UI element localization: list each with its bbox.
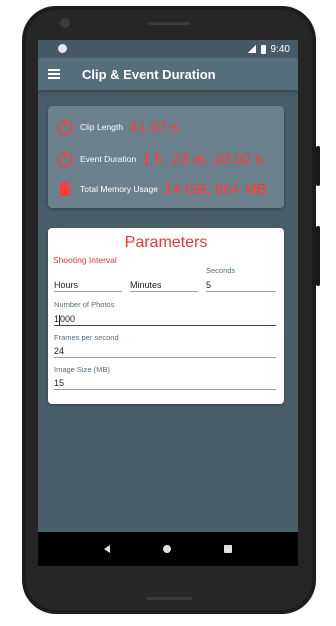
clip-length-label: Clip Length bbox=[80, 122, 124, 132]
back-icon[interactable] bbox=[104, 545, 111, 553]
image-size-label: Image Size (MB) bbox=[54, 365, 110, 374]
event-duration-row: Event Duration 1 h, 23 m, 20.00 s bbox=[56, 150, 262, 168]
battery-icon bbox=[260, 44, 266, 54]
event-duration-value: 1 h, 23 m, 20.00 s bbox=[142, 150, 263, 168]
memory-label: Total Memory Usage bbox=[80, 184, 158, 194]
bottom-speaker bbox=[146, 597, 192, 600]
earpiece-speaker bbox=[148, 22, 190, 25]
app-bar: Clip & Event Duration bbox=[38, 58, 298, 90]
clip-length-row: Clip Length 41.67 s bbox=[56, 118, 178, 136]
power-button bbox=[316, 146, 320, 186]
status-bar: 9:40 bbox=[38, 40, 298, 58]
minutes-placeholder: Minutes bbox=[130, 280, 162, 290]
image-size-value: 15 bbox=[54, 378, 65, 388]
app-screen: 9:40 Clip & Event Duration Clip Length 4… bbox=[38, 40, 298, 566]
photos-value-end: 000 bbox=[60, 314, 76, 324]
number-of-photos-input[interactable]: 1000 bbox=[54, 312, 276, 326]
seconds-label: Seconds bbox=[206, 266, 236, 275]
menu-icon[interactable] bbox=[48, 69, 60, 79]
seconds-value: 5 bbox=[206, 280, 212, 290]
stopwatch-icon bbox=[56, 118, 74, 136]
stopwatch-icon bbox=[56, 150, 74, 168]
navigation-bar bbox=[38, 532, 298, 566]
seconds-input[interactable]: 5 bbox=[206, 278, 276, 292]
fps-value: 24 bbox=[54, 346, 65, 356]
volume-button bbox=[316, 226, 320, 286]
signal-icon bbox=[247, 45, 256, 53]
minutes-input[interactable]: Minutes bbox=[130, 278, 198, 292]
parameters-card: Parameters Shooting Interval Hours Minut… bbox=[48, 228, 284, 404]
home-icon[interactable] bbox=[162, 545, 171, 553]
status-time: 9:40 bbox=[270, 43, 290, 55]
sd-card-icon bbox=[56, 180, 74, 198]
image-size-input[interactable]: 15 bbox=[54, 376, 276, 390]
hours-placeholder: Hours bbox=[54, 280, 79, 290]
front-camera bbox=[60, 18, 70, 28]
app-title: Clip & Event Duration bbox=[82, 66, 216, 82]
parameters-title: Parameters bbox=[124, 234, 208, 251]
recents-icon[interactable] bbox=[223, 545, 232, 553]
hours-input[interactable]: Hours bbox=[54, 278, 122, 292]
memory-row: Total Memory Usage 14 GB, 664 MB bbox=[56, 180, 267, 198]
clip-length-value: 41.67 s bbox=[129, 118, 179, 136]
number-of-photos-label: Number of Photos bbox=[54, 300, 115, 309]
shooting-interval-label: Shooting Interval bbox=[53, 255, 117, 265]
notification-icon bbox=[58, 44, 67, 53]
fps-label: Frames per second bbox=[54, 333, 119, 342]
event-duration-label: Event Duration bbox=[80, 154, 137, 164]
fps-input[interactable]: 24 bbox=[54, 344, 276, 358]
memory-value: 14 GB, 664 MB bbox=[163, 180, 267, 198]
results-card: Clip Length 41.67 s Event Duration 1 h, … bbox=[48, 106, 284, 208]
